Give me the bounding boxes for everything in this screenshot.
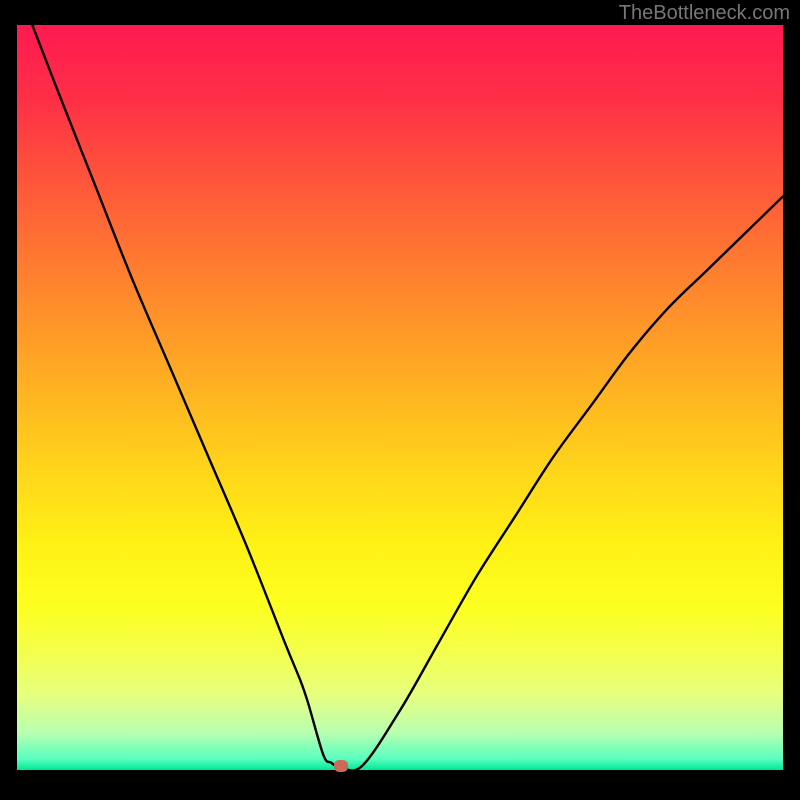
bottleneck-curve <box>17 25 783 770</box>
optimal-point-marker <box>334 760 348 772</box>
watermark-text: TheBottleneck.com <box>619 2 790 25</box>
chart-frame <box>17 25 783 783</box>
plot-area <box>17 25 783 770</box>
